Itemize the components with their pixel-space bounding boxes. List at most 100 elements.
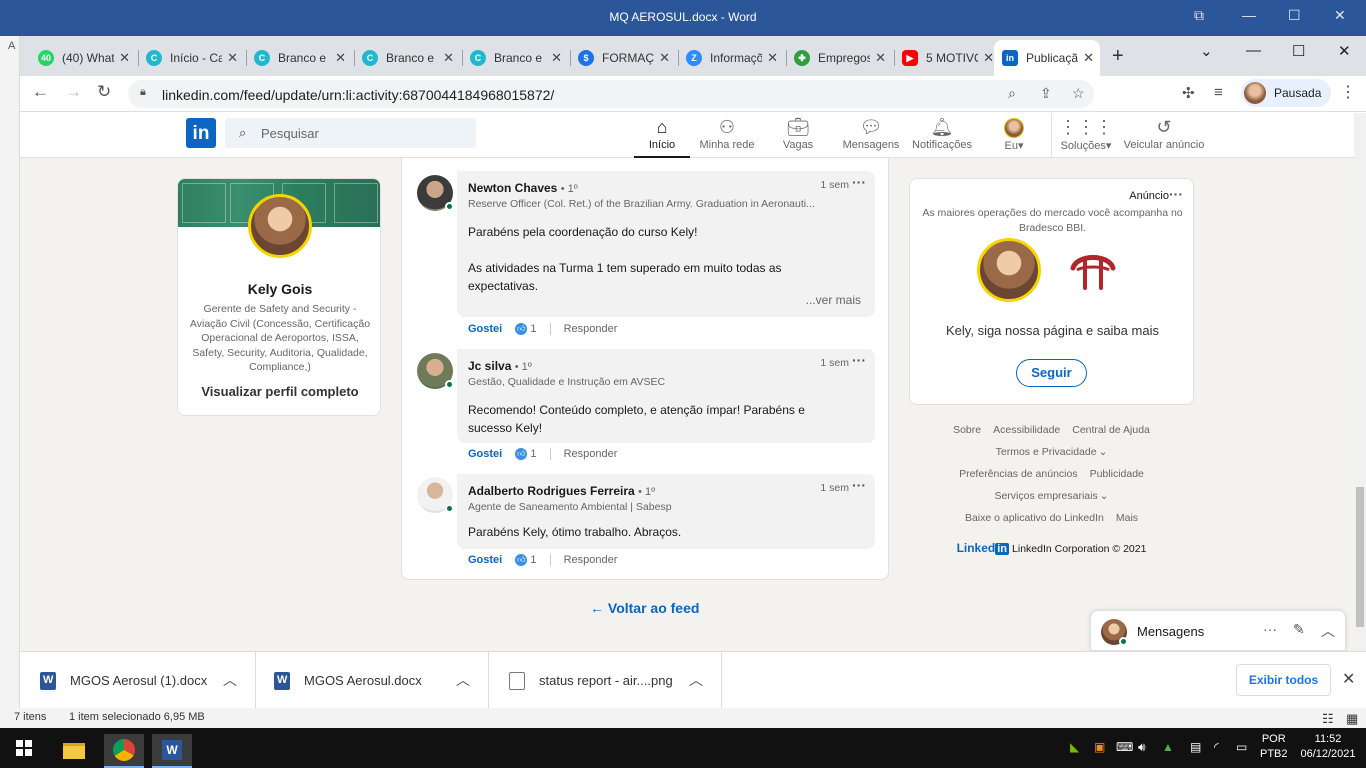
close-tab-icon[interactable]: ✕: [119, 50, 130, 66]
chevron-up-icon[interactable]: ︿: [1321, 621, 1335, 641]
forward-icon[interactable]: →: [65, 82, 82, 102]
footer-link[interactable]: Baixe o aplicativo do LinkedIn: [965, 512, 1104, 524]
chevron-down-icon[interactable]: ⌄: [1100, 490, 1109, 502]
footer-link[interactable]: Publicidade: [1090, 468, 1144, 480]
chevron-up-icon[interactable]: ︿: [689, 670, 703, 690]
bradesco-logo[interactable]: [1063, 240, 1123, 300]
linkedin-logo[interactable]: in: [186, 118, 216, 148]
profile-name[interactable]: Kely Gois: [178, 281, 380, 297]
reload-icon[interactable]: ↻: [97, 82, 111, 102]
tab-canva-branco-2[interactable]: C Branco e ✕: [354, 40, 460, 76]
tab-zoom-info[interactable]: Z Informações ✕: [678, 40, 784, 76]
tab-canva-branco-3[interactable]: C Branco e ✕: [462, 40, 568, 76]
word-maximize-button[interactable]: ☐: [1288, 7, 1301, 24]
more-options-icon[interactable]: ···: [1263, 621, 1277, 637]
details-view-icon[interactable]: ☷: [1322, 711, 1334, 727]
see-more-link[interactable]: ...ver mais: [806, 293, 861, 307]
browser-maximize-button[interactable]: ☐: [1292, 42, 1305, 60]
like-button[interactable]: Gostei: [468, 448, 502, 460]
close-tab-icon[interactable]: ✕: [443, 50, 454, 66]
extensions-icon[interactable]: ✣: [1182, 84, 1195, 102]
close-tab-icon[interactable]: ✕: [767, 50, 778, 66]
windows-start-icon[interactable]: [16, 740, 32, 756]
sync-icon[interactable]: ▲: [1162, 740, 1174, 754]
commenter-avatar[interactable]: [417, 477, 454, 513]
close-tab-icon[interactable]: ✕: [551, 50, 562, 66]
browser-close-button[interactable]: ✕: [1338, 42, 1351, 60]
nav-ads[interactable]: ↺ Veicular anúncio: [1122, 115, 1206, 158]
tab-search-chevron-icon[interactable]: ⌄: [1200, 42, 1213, 60]
close-tab-icon[interactable]: ✕: [875, 50, 886, 66]
reply-button[interactable]: Responder: [564, 448, 618, 460]
word-minimize-button[interactable]: —: [1242, 7, 1256, 23]
messaging-label[interactable]: Mensagens: [1137, 624, 1204, 639]
onedrive-icon[interactable]: ▤: [1190, 740, 1201, 754]
tab-youtube[interactable]: ▶ 5 MOTIVOS ✕: [894, 40, 1000, 76]
volume-icon[interactable]: 🔊︎: [1138, 740, 1146, 755]
chrome-icon[interactable]: [104, 734, 144, 768]
nvidia-icon[interactable]: ◣: [1070, 740, 1079, 754]
footer-link[interactable]: Termos e Privacidade: [996, 446, 1097, 458]
commenter-name[interactable]: Adalberto Rodrigues Ferreira: [468, 484, 635, 498]
browser-menu-icon[interactable]: ⋮: [1340, 82, 1356, 102]
url-text[interactable]: linkedin.com/feed/update/urn:li:activity…: [162, 87, 554, 103]
close-download-bar-icon[interactable]: ✕: [1342, 669, 1355, 689]
bookmark-star-icon[interactable]: ☆: [1072, 85, 1085, 102]
word-close-button[interactable]: ✕: [1334, 7, 1346, 24]
footer-link[interactable]: Acessibilidade: [993, 424, 1060, 436]
more-options-icon[interactable]: ···: [852, 352, 866, 368]
nav-me[interactable]: Eu▾: [996, 115, 1032, 158]
tab-whatsapp[interactable]: 40 (40) WhatsApp ✕: [30, 40, 136, 76]
download-item[interactable]: MGOS Aerosul.docx ︿: [256, 652, 489, 708]
share-icon[interactable]: ⇪: [1040, 85, 1052, 102]
footer-link[interactable]: Serviços empresariais: [994, 490, 1097, 502]
word-icon[interactable]: W: [152, 734, 192, 768]
nav-jobs[interactable]: 💼︎ Vagas: [777, 115, 819, 158]
profile-avatar[interactable]: [248, 194, 312, 258]
new-tab-button[interactable]: +: [1112, 45, 1124, 68]
chevron-up-icon[interactable]: ︿: [223, 670, 237, 690]
close-tab-icon[interactable]: ✕: [1083, 50, 1094, 66]
reply-button[interactable]: Responder: [564, 554, 618, 566]
like-button[interactable]: Gostei: [468, 323, 502, 335]
footer-link[interactable]: Mais: [1116, 512, 1138, 524]
network-icon[interactable]: ⌨︎: [1116, 740, 1133, 754]
nav-home[interactable]: ⌂ Início: [634, 115, 690, 158]
browser-minimize-button[interactable]: —: [1246, 42, 1261, 59]
file-explorer-icon[interactable]: [54, 734, 94, 768]
reply-button[interactable]: Responder: [564, 323, 618, 335]
more-options-icon[interactable]: ···: [852, 477, 866, 493]
system-clock[interactable]: 11:52 06/12/2021: [1296, 732, 1360, 762]
nav-network[interactable]: ⚇ Minha rede: [696, 115, 758, 158]
ribbon-display-icon[interactable]: ⧉: [1194, 7, 1204, 24]
nav-notifications[interactable]: 🔔︎ Notificações: [910, 115, 974, 158]
more-options-icon[interactable]: ···: [1169, 186, 1183, 202]
tab-canva-branco-1[interactable]: C Branco e ✕: [246, 40, 352, 76]
chevron-up-icon[interactable]: ︿: [456, 670, 470, 690]
close-tab-icon[interactable]: ✕: [983, 50, 994, 66]
download-item[interactable]: status report - air....png ︿: [489, 652, 722, 708]
chevron-down-icon[interactable]: ⌄: [1099, 446, 1108, 458]
tab-canva-home[interactable]: C Início - Canva ✕: [138, 40, 244, 76]
commenter-avatar[interactable]: [417, 353, 454, 389]
download-item[interactable]: MGOS Aerosul (1).docx ︿: [20, 652, 256, 708]
close-tab-icon[interactable]: ✕: [659, 50, 670, 66]
tab-formacao[interactable]: $ FORMAÇÃO ✕: [570, 40, 676, 76]
commenter-avatar[interactable]: [417, 175, 454, 211]
footer-link[interactable]: Central de Ajuda: [1072, 424, 1150, 436]
zoom-lens-icon[interactable]: ⌕: [1008, 85, 1016, 102]
nav-solutions[interactable]: ⋮⋮⋮ Soluções▾: [1058, 115, 1114, 158]
lock-icon[interactable]: 🔒︎: [140, 86, 146, 99]
view-full-profile-link[interactable]: Visualizar perfil completo: [178, 384, 380, 399]
scrollbar-thumb[interactable]: [1356, 487, 1364, 627]
large-icons-view-icon[interactable]: ▦: [1346, 711, 1358, 727]
commenter-name[interactable]: Jc silva: [468, 359, 511, 373]
nav-messages[interactable]: 💬︎ Mensagens: [840, 115, 902, 158]
profile-chip[interactable]: Pausada: [1241, 79, 1331, 107]
like-button[interactable]: Gostei: [468, 554, 502, 566]
close-tab-icon[interactable]: ✕: [335, 50, 346, 66]
commenter-name[interactable]: Newton Chaves: [468, 181, 557, 195]
more-options-icon[interactable]: ···: [852, 174, 866, 190]
back-to-feed-link[interactable]: ← Voltar ao feed: [590, 600, 699, 616]
compose-icon[interactable]: ✎: [1293, 621, 1305, 638]
